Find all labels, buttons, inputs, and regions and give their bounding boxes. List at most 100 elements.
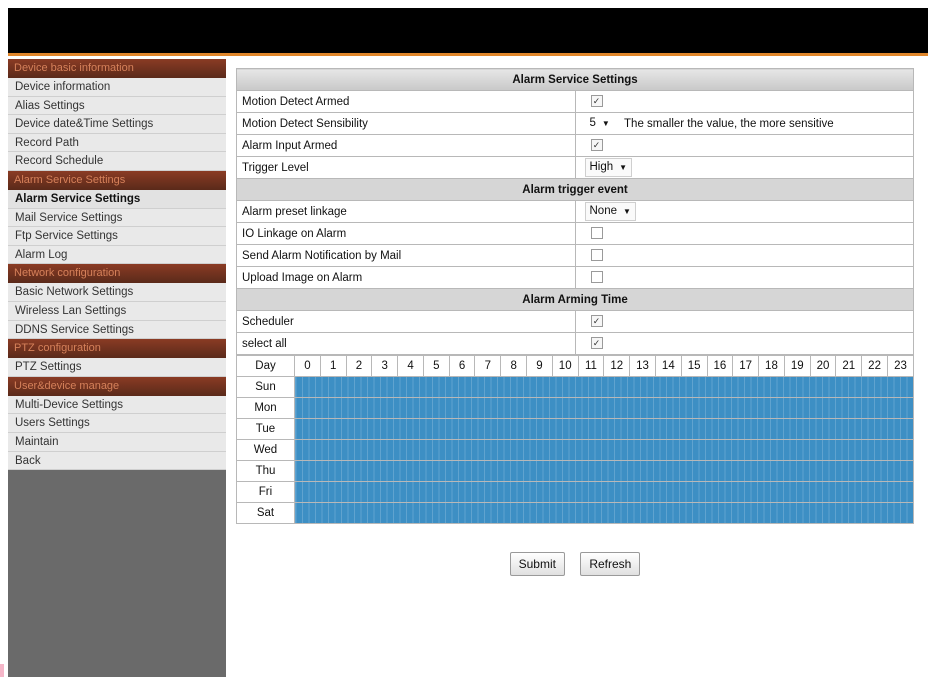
sidebar-section-header: Alarm Service Settings [8,170,226,190]
submit-button[interactable]: Submit [509,552,565,576]
row-select-all: select all ✓ [236,332,914,355]
dropdown-arrow-icon: ▼ [623,207,631,216]
trigger-level-value: High [589,161,614,173]
send-mail-checkbox[interactable] [590,249,603,262]
sidebar-item-back[interactable]: Back [8,451,226,471]
schedule-day-slots[interactable] [294,439,914,461]
schedule-day-slots[interactable] [294,418,914,440]
row-send-mail: Send Alarm Notification by Mail [236,244,914,267]
sidebar-item-device-information[interactable]: Device information [8,78,226,97]
schedule-day-row: Mon [236,397,914,419]
schedule-day-row: Sun [236,376,914,398]
schedule-day-row: Thu [236,460,914,482]
alarm-settings-table: Alarm Service Settings Motion Detect Arm… [236,68,914,355]
schedule-day-slots[interactable] [294,376,914,398]
sidebar-item-alarm-service-settings[interactable]: Alarm Service Settings [8,189,226,209]
schedule-hour-header[interactable]: 0 [294,355,321,377]
schedule-hour-header[interactable]: 6 [448,355,476,377]
schedule-hour-header[interactable]: 22 [861,355,888,377]
schedule-day-slots[interactable] [294,397,914,419]
sidebar-item-multi-device-settings[interactable]: Multi-Device Settings [8,395,226,415]
schedule-day-label[interactable]: Thu [236,460,295,482]
schedule-header-row: Day 0 1 2 3 4 5 6 7 8 9 10 11 12 13 14 15 16 17 18 19 20 21 22 2… [236,355,915,377]
schedule-hour-header[interactable]: 12 [603,355,631,377]
schedule-hour-header[interactable]: 8 [500,355,528,377]
schedule-hour-header[interactable]: 3 [371,355,399,377]
schedule-hour-header[interactable]: 15 [680,355,708,377]
schedule-day-slots[interactable] [294,502,914,524]
schedule-hour-header[interactable]: 2 [345,355,373,377]
sidebar-item-basic-network-settings[interactable]: Basic Network Settings [8,283,226,302]
sidebar-item-users-settings[interactable]: Users Settings [8,414,226,433]
schedule-hour-header[interactable]: 11 [577,355,605,377]
schedule-day-label[interactable]: Wed [236,439,295,461]
motion-detect-armed-label: Motion Detect Armed [236,90,576,113]
schedule-hour-header[interactable]: 23 [886,355,915,377]
section-title-arming-time: Alarm Arming Time [236,288,914,311]
dropdown-arrow-icon: ▼ [619,163,628,172]
sidebar-item-record-path[interactable]: Record Path [8,133,226,153]
select-all-checkbox[interactable]: ✓ [590,337,603,350]
top-banner-stripe [8,53,928,56]
sensibility-value: 5 [589,117,596,129]
io-linkage-checkbox[interactable] [590,227,603,240]
sidebar-item-ptz-settings[interactable]: PTZ Settings [8,358,226,377]
schedule-hour-header[interactable]: 9 [526,355,553,377]
edge-marker [0,664,4,677]
sidebar-item-maintain[interactable]: Maintain [8,432,226,452]
sidebar-item-device-date-time-settings[interactable]: Device date&Time Settings [8,115,226,134]
schedule-day-row: Tue [236,418,914,440]
schedule-grid: Day 0 1 2 3 4 5 6 7 8 9 10 11 12 13 14 15 16 17 18 19 20 21 22 2… [236,355,915,524]
row-scheduler: Scheduler ✓ [236,310,914,333]
sidebar-section-header: User&device manage [8,376,226,396]
sidebar: Device basic information Device informati… [8,59,226,677]
scheduler-label: Scheduler [236,310,576,333]
refresh-button[interactable]: Refresh [580,552,641,576]
schedule-hour-header[interactable]: 16 [706,355,734,377]
send-mail-label: Send Alarm Notification by Mail [236,244,576,267]
select-all-label: select all [236,332,576,355]
sensibility-select[interactable]: 5 ▼ [585,114,615,133]
schedule-hour-header[interactable]: 14 [654,355,682,377]
schedule-day-row: Wed [236,439,914,461]
schedule-day-row: Sat [236,502,914,524]
sidebar-item-mail-service-settings[interactable]: Mail Service Settings [8,208,226,228]
schedule-hour-header[interactable]: 13 [629,355,656,377]
schedule-day-label[interactable]: Tue [236,418,295,440]
schedule-day-label[interactable]: Sun [236,376,295,398]
sidebar-item-alias-settings[interactable]: Alias Settings [8,96,226,116]
schedule-hour-header[interactable]: 5 [422,355,450,377]
sidebar-item-wireless-lan-settings[interactable]: Wireless Lan Settings [8,301,226,321]
schedule-hour-header[interactable]: 1 [319,355,347,377]
preset-linkage-select[interactable]: None ▼ [584,202,636,221]
schedule-day-slots[interactable] [294,460,914,482]
schedule-hour-header[interactable]: 7 [474,355,502,377]
alarm-input-armed-checkbox[interactable]: ✓ [590,139,603,152]
schedule-hour-header[interactable]: 20 [809,355,837,377]
upload-image-checkbox[interactable] [590,271,603,284]
row-motion-detect-sensibility: Motion Detect Sensibility 5 ▼ The smaller… [236,112,914,135]
motion-detect-armed-checkbox[interactable]: ✓ [590,95,603,108]
sensibility-hint: The smaller the value, the more sensitiv… [624,117,834,130]
schedule-day-slots[interactable] [294,481,914,503]
sidebar-item-ddns-service-settings[interactable]: DDNS Service Settings [8,320,226,340]
row-motion-detect-armed: Motion Detect Armed ✓ [236,90,914,113]
schedule-hour-header[interactable]: 19 [783,355,811,377]
row-alarm-preset-linkage: Alarm preset linkage None ▼ [236,200,914,223]
sidebar-item-alarm-log[interactable]: Alarm Log [8,245,226,265]
schedule-day-label[interactable]: Fri [236,481,295,503]
schedule-hour-header[interactable]: 10 [551,355,579,377]
sidebar-section-header: PTZ configuration [8,339,226,359]
sidebar-item-record-schedule[interactable]: Record Schedule [8,152,226,171]
schedule-hour-header[interactable]: 18 [758,355,785,377]
schedule-day-label[interactable]: Sat [236,502,295,524]
schedule-day-label[interactable]: Mon [236,397,295,419]
schedule-hour-header[interactable]: 4 [397,355,424,377]
trigger-level-select[interactable]: High ▼ [584,158,633,177]
schedule-hour-header[interactable]: 17 [732,355,760,377]
scheduler-checkbox[interactable]: ✓ [590,315,603,328]
row-upload-image: Upload Image on Alarm [236,266,914,289]
schedule-hour-header[interactable]: 21 [835,355,863,377]
row-trigger-level: Trigger Level High ▼ [236,156,914,179]
sidebar-item-ftp-service-settings[interactable]: Ftp Service Settings [8,227,226,246]
